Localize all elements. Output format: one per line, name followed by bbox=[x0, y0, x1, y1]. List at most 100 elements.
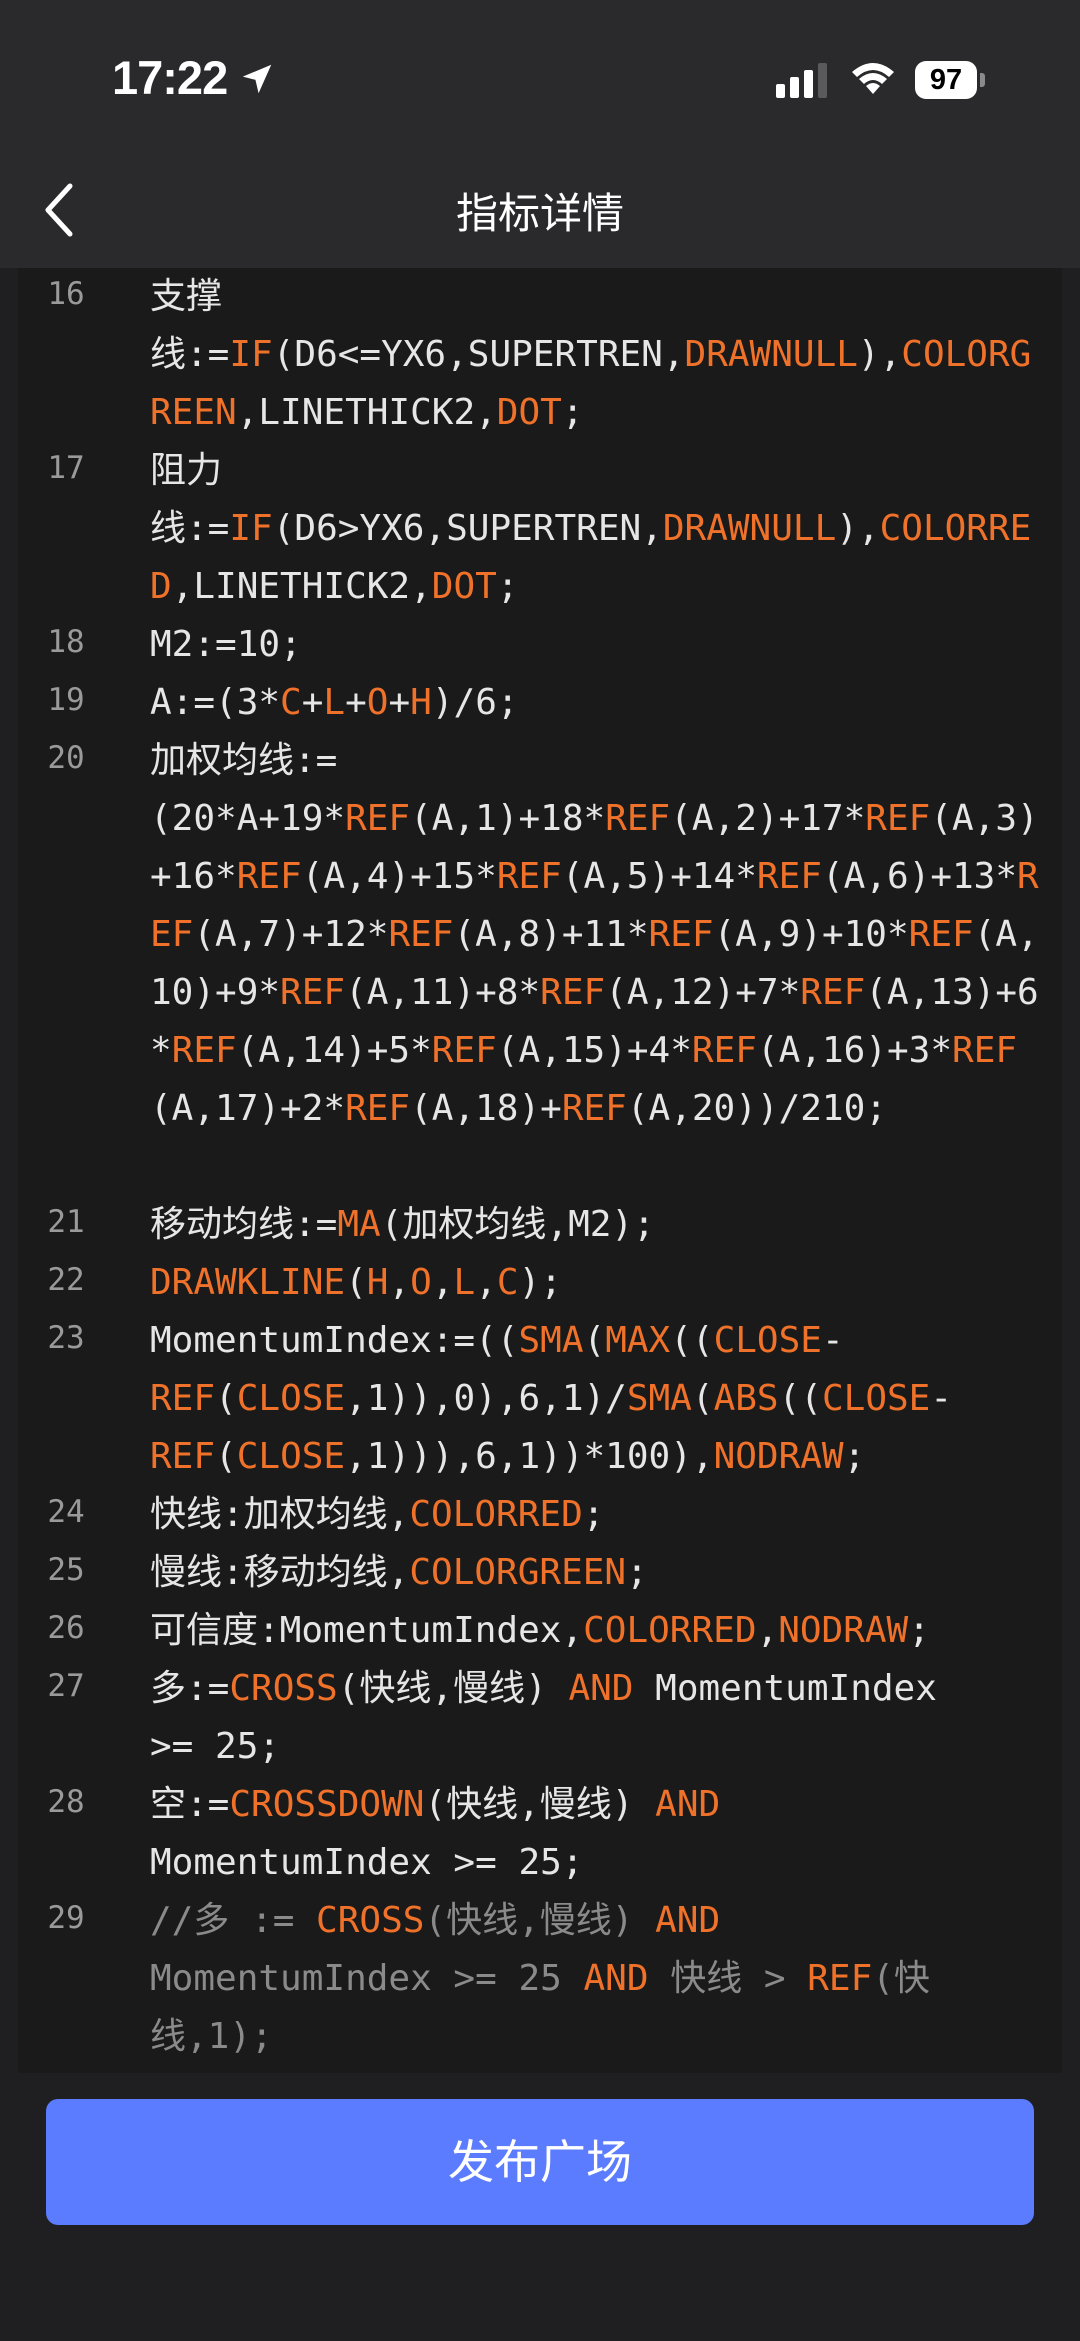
code-text: 空:=CROSSDOWN(快线,慢线) AND MomentumIndex >=… bbox=[150, 1776, 1050, 1892]
code-token: ; bbox=[626, 1552, 648, 1593]
code-keyword: H bbox=[410, 682, 432, 723]
code-text: A:=(3*C+L+O+H)/6; bbox=[150, 674, 1050, 732]
line-number: 23 bbox=[47, 1320, 85, 1356]
code-token: , bbox=[475, 1262, 497, 1303]
bottom-panel: 发布广场 bbox=[0, 2073, 1080, 2341]
code-token: - bbox=[821, 1320, 844, 1361]
code-token: (A,5)+14* bbox=[561, 856, 757, 897]
code-token: 快线:加权均线, bbox=[150, 1494, 410, 1535]
code-keyword: DRAWKLINE bbox=[150, 1262, 346, 1303]
code-token: ; bbox=[582, 1494, 605, 1535]
code-token: , bbox=[756, 1610, 779, 1651]
code-token: ( bbox=[691, 1378, 714, 1419]
code-keyword: COLORRED bbox=[583, 1610, 757, 1651]
code-token: , bbox=[388, 1262, 411, 1303]
code-keyword: REF bbox=[800, 972, 866, 1013]
line-number: 17 bbox=[47, 450, 85, 486]
code-token: ,LINETHICK2, bbox=[236, 392, 497, 433]
code-keyword: CLOSE bbox=[713, 1320, 822, 1361]
code-keyword: REF bbox=[345, 798, 411, 839]
code-token: 阻力 线:= bbox=[150, 450, 230, 549]
code-editor[interactable]: 16 支撑 线:=IF(D6<=YX6,SUPERTREN,DRAWNULL),… bbox=[18, 268, 1062, 2073]
code-token: (A,14)+5* bbox=[236, 1030, 432, 1071]
code-token: (D6>YX6,SUPERTREN, bbox=[272, 508, 663, 549]
code-token: (A,7)+12* bbox=[193, 914, 389, 955]
code-keyword: DOT bbox=[431, 566, 497, 607]
code-token: , bbox=[431, 1262, 454, 1303]
code-keyword: REF bbox=[540, 972, 606, 1013]
code-token: + bbox=[301, 682, 324, 723]
code-keyword: REF bbox=[908, 914, 974, 955]
code-text: 慢线:移动均线,COLORGREEN; bbox=[150, 1544, 1050, 1602]
code-keyword: REF bbox=[605, 798, 671, 839]
code-keyword: CLOSE bbox=[236, 1378, 346, 1419]
code-token: (加权均线,M2); bbox=[380, 1204, 655, 1245]
code-keyword: REF bbox=[236, 856, 302, 897]
code-keyword: CLOSE bbox=[236, 1436, 346, 1477]
code-token: ( bbox=[345, 1262, 367, 1303]
code-keyword: REF bbox=[648, 914, 714, 955]
line-number: 25 bbox=[47, 1552, 85, 1588]
code-text: M2:=10; bbox=[150, 616, 1050, 674]
wifi-icon bbox=[852, 63, 894, 94]
code-text: 移动均线:=MA(加权均线,M2); bbox=[150, 1196, 1050, 1254]
code-text: 快线:加权均线,COLORRED; bbox=[150, 1486, 1050, 1544]
code-keyword: ABS bbox=[713, 1378, 779, 1419]
code-token: + bbox=[345, 682, 367, 723]
code-token: ), bbox=[836, 508, 880, 549]
code-token: ( bbox=[215, 1436, 237, 1477]
code-keyword: CROSSDOWN bbox=[229, 1784, 425, 1825]
code-keyword: REF bbox=[171, 1030, 237, 1071]
code-text: 可信度:MomentumIndex,COLORRED,NODRAW; bbox=[150, 1602, 1050, 1660]
code-text: //空 := CROSSDOWN(快线,慢线) AND bbox=[150, 2066, 1050, 2073]
line-number: 20 bbox=[47, 740, 85, 776]
line-number: 27 bbox=[47, 1668, 85, 1704]
code-token: (A,16)+3* bbox=[756, 1030, 953, 1071]
code-comment: (快线,慢线) bbox=[424, 1900, 656, 1941]
code-token: ), bbox=[857, 334, 902, 375]
code-text: 多:=CROSS(快线,慢线) AND MomentumIndex >= 25; bbox=[150, 1660, 1050, 1776]
code-token: ( bbox=[583, 1320, 606, 1361]
code-keyword: REF bbox=[431, 1030, 497, 1071]
code-text: 支撑 线:=IF(D6<=YX6,SUPERTREN,DRAWNULL),COL… bbox=[150, 268, 1050, 442]
code-token: ; bbox=[908, 1610, 930, 1651]
line-number: 22 bbox=[47, 1262, 85, 1298]
page-title: 指标详情 bbox=[455, 189, 624, 238]
code-token: ,1))),6,1))*100), bbox=[345, 1436, 714, 1477]
code-text: 阻力 线:=IF(D6>YX6,SUPERTREN,DRAWNULL),COLO… bbox=[150, 442, 1050, 616]
code-keyword: C bbox=[496, 1262, 519, 1303]
code-keyword: REF bbox=[691, 1030, 757, 1071]
code-token: (A,17)+2* bbox=[150, 1088, 346, 1129]
location-arrow-icon bbox=[242, 64, 272, 94]
code-token: 支撑 线:= bbox=[150, 276, 230, 375]
code-token: (A,9)+10* bbox=[713, 914, 909, 955]
battery-level: 97 bbox=[915, 61, 977, 99]
publish-button[interactable]: 发布广场 bbox=[46, 2099, 1034, 2225]
code-text: MomentumIndex:=((SMA(MAX((CLOSE- REF(CLO… bbox=[150, 1312, 1050, 1486]
code-keyword: REF bbox=[496, 856, 562, 897]
code-token: ( bbox=[215, 1378, 237, 1419]
code-token: (D6<=YX6,SUPERTREN, bbox=[272, 334, 685, 375]
code-keyword: CLOSE bbox=[821, 1378, 931, 1419]
code-token: (A,11)+8* bbox=[345, 972, 541, 1013]
code-token: (A,18)+ bbox=[410, 1088, 562, 1129]
code-token: (( bbox=[778, 1378, 822, 1419]
code-keyword: REF bbox=[561, 1088, 627, 1129]
code-keyword: REF bbox=[345, 1088, 411, 1129]
code-keyword: AND bbox=[655, 1784, 721, 1825]
code-token: ); bbox=[518, 1262, 562, 1303]
code-token: 慢线:移动均线, bbox=[150, 1552, 410, 1593]
code-comment: MomentumIndex >= 25 bbox=[150, 1958, 562, 1999]
code-token: ,1)),0),6,1)/ bbox=[345, 1378, 627, 1419]
code-token: 移动均线:= bbox=[150, 1204, 338, 1245]
code-token: ,LINETHICK2, bbox=[171, 566, 432, 607]
code-keyword: REF bbox=[756, 856, 822, 897]
code-token: ; bbox=[843, 1436, 866, 1477]
code-text: //多 := CROSS(快线,慢线) AND MomentumIndex >=… bbox=[150, 1892, 1050, 2066]
code-keyword: O bbox=[410, 1262, 432, 1303]
code-text: 加权均线:= (20*A+19*REF(A,1)+18*REF(A,2)+17*… bbox=[150, 732, 1050, 1138]
code-token: MomentumIndex >= 25; bbox=[150, 1842, 584, 1883]
code-token: (A,6)+13* bbox=[821, 856, 1018, 897]
code-keyword: DRAWNULL bbox=[662, 508, 837, 549]
code-token: (快线,慢线) bbox=[337, 1668, 569, 1709]
